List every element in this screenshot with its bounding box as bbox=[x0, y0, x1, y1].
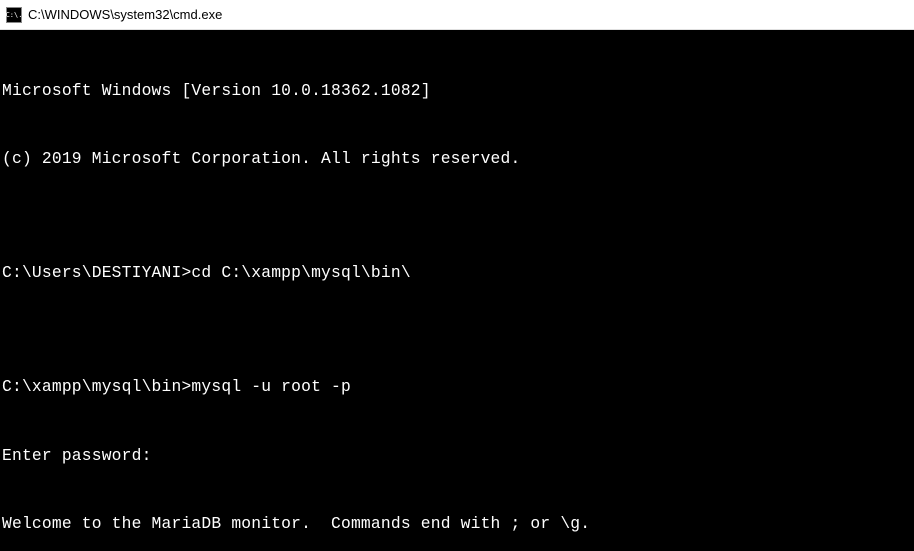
cmd-window: C:\. C:\WINDOWS\system32\cmd.exe Microso… bbox=[0, 0, 914, 551]
titlebar[interactable]: C:\. C:\WINDOWS\system32\cmd.exe bbox=[0, 0, 914, 30]
terminal-line: (c) 2019 Microsoft Corporation. All righ… bbox=[2, 148, 912, 171]
cmd-icon: C:\. bbox=[6, 7, 22, 23]
window-title: C:\WINDOWS\system32\cmd.exe bbox=[28, 7, 222, 22]
terminal-line: C:\xampp\mysql\bin>mysql -u root -p bbox=[2, 376, 912, 399]
terminal-line: Enter password: bbox=[2, 445, 912, 468]
terminal-line: Welcome to the MariaDB monitor. Commands… bbox=[2, 513, 912, 536]
terminal-line: C:\Users\DESTIYANI>cd C:\xampp\mysql\bin… bbox=[2, 262, 912, 285]
terminal-output[interactable]: Microsoft Windows [Version 10.0.18362.10… bbox=[0, 30, 914, 551]
terminal-line: Microsoft Windows [Version 10.0.18362.10… bbox=[2, 80, 912, 103]
